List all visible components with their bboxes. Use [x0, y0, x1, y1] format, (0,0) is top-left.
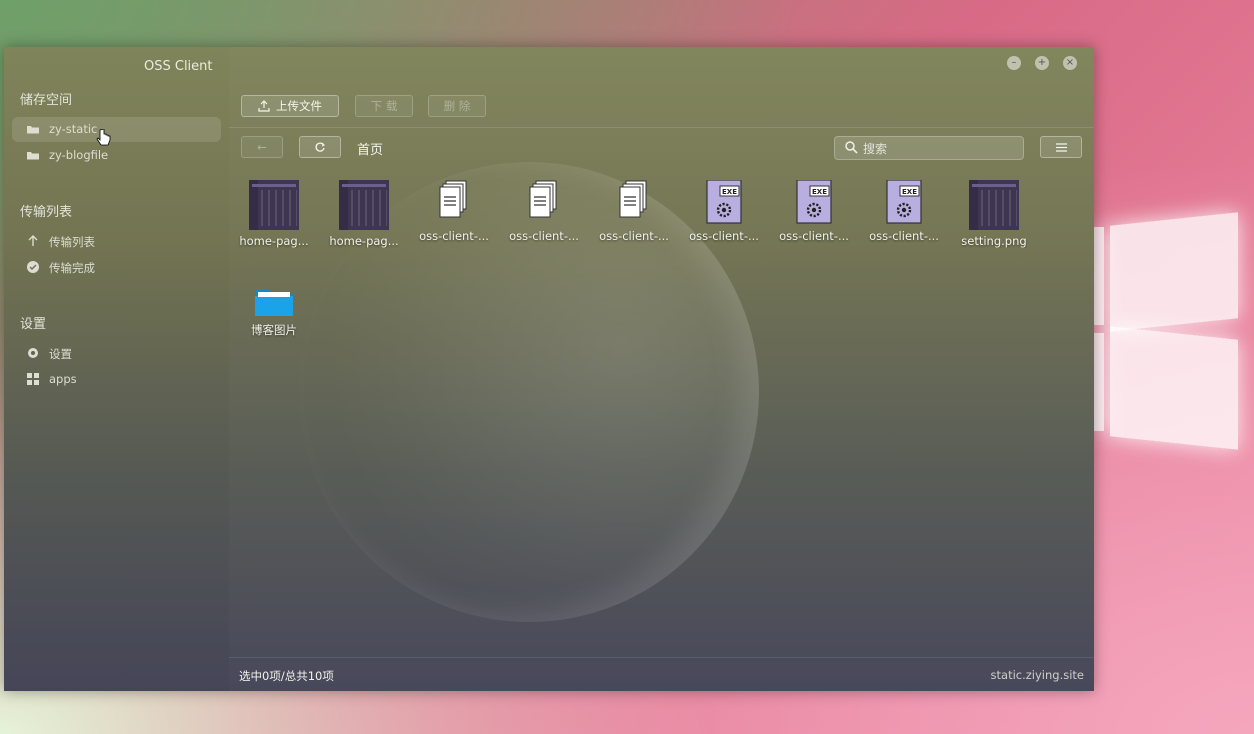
exe-file-icon: EXE — [706, 180, 742, 224]
document-icon — [439, 180, 467, 218]
file-name: home-pag... — [329, 234, 399, 248]
sidebar-item-settings[interactable]: 设置 — [12, 341, 221, 366]
storage-heading: 储存空间 — [20, 93, 73, 108]
file-name: oss-client-... — [419, 229, 489, 243]
file-name: oss-client-... — [869, 229, 939, 243]
folder-item-blog-images[interactable]: 博客图片 — [234, 275, 314, 345]
sidebar-item-transfer-list[interactable]: 传输列表 — [12, 229, 221, 254]
sidebar-item-label: apps — [49, 372, 77, 386]
file-item-oss-client-exe-2[interactable]: EXE oss-client-... — [774, 180, 854, 260]
maximize-icon: + — [1037, 57, 1047, 68]
sidebar-item-label: zy-static — [49, 122, 98, 136]
app-window: OSS Client 储存空间 zy-static zy-blogfile 传输… — [4, 47, 1094, 691]
folder-icon — [27, 126, 39, 134]
folder-icon — [27, 152, 39, 160]
sidebar-item-label: 传输完成 — [49, 261, 95, 275]
sidebar-item-transfer-complete[interactable]: 传输完成 — [12, 255, 221, 280]
transfer-heading: 传输列表 — [20, 205, 73, 220]
file-item-oss-client-1[interactable]: oss-client-... — [414, 180, 494, 260]
download-button[interactable]: 下 载 — [355, 95, 413, 117]
hand-cursor-icon — [96, 129, 111, 146]
sidebar-item-label: 设置 — [49, 347, 72, 361]
close-button[interactable]: × — [1063, 56, 1077, 70]
svg-text:EXE: EXE — [902, 188, 917, 196]
file-name: setting.png — [961, 234, 1027, 248]
grid-icon — [27, 373, 39, 385]
download-label: 下 载 — [370, 99, 398, 113]
file-name: oss-client-... — [509, 229, 579, 243]
upload-icon — [258, 100, 270, 112]
folder-icon — [255, 290, 293, 316]
image-thumbnail — [969, 180, 1019, 230]
refresh-button[interactable] — [299, 136, 341, 158]
file-name: oss-client-... — [779, 229, 849, 243]
delete-label: 删 除 — [443, 99, 471, 113]
file-item-oss-client-2[interactable]: oss-client-... — [504, 180, 584, 260]
minimize-icon: – — [1011, 57, 1017, 68]
file-item-setting-png[interactable]: setting.png — [954, 180, 1034, 260]
file-name: home-pag... — [239, 234, 309, 248]
windows-logo — [1094, 205, 1244, 455]
toolbar-divider — [229, 127, 1094, 128]
exe-file-icon: EXE — [796, 180, 832, 224]
back-arrow-icon: ← — [257, 140, 267, 154]
file-name: oss-client-... — [689, 229, 759, 243]
app-title: OSS Client — [144, 59, 213, 74]
gear-icon — [28, 348, 38, 358]
svg-text:EXE: EXE — [722, 188, 737, 196]
sidebar: OSS Client 储存空间 zy-static zy-blogfile 传输… — [4, 47, 229, 691]
breadcrumb[interactable]: 首页 — [357, 139, 383, 158]
menu-icon — [1055, 142, 1067, 152]
sidebar-item-zy-blogfile[interactable]: zy-blogfile — [12, 143, 221, 168]
search-icon — [845, 141, 858, 154]
status-bar: 选中0项/总共10项 static.ziying.site — [229, 657, 1094, 691]
file-name: 博客图片 — [251, 323, 297, 337]
search-box[interactable] — [834, 136, 1024, 160]
svg-text:EXE: EXE — [812, 188, 827, 196]
search-input[interactable] — [861, 139, 1015, 159]
sidebar-item-label: 传输列表 — [49, 235, 95, 249]
upload-label: 上传文件 — [276, 99, 322, 113]
document-icon — [619, 180, 647, 218]
document-icon — [529, 180, 557, 218]
close-icon: × — [1065, 57, 1075, 68]
image-thumbnail — [339, 180, 389, 230]
image-thumbnail — [249, 180, 299, 230]
view-menu-button[interactable] — [1040, 136, 1082, 158]
file-name: oss-client-... — [599, 229, 669, 243]
refresh-icon — [315, 142, 325, 152]
upload-button[interactable]: 上传文件 — [241, 95, 339, 117]
maximize-button[interactable]: + — [1035, 56, 1049, 70]
delete-button[interactable]: 删 除 — [428, 95, 486, 117]
bucket-domain: static.ziying.site — [990, 668, 1084, 682]
exe-file-icon: EXE — [886, 180, 922, 224]
main-panel: – + × 上传文件 下 载 删 除 ← 首页 搜索 home-pag... h… — [229, 47, 1094, 691]
file-item-oss-client-exe-1[interactable]: EXE oss-client-... — [684, 180, 764, 260]
file-item-oss-client-exe-3[interactable]: EXE oss-client-... — [864, 180, 944, 260]
file-item-oss-client-3[interactable]: oss-client-... — [594, 180, 674, 260]
back-button[interactable]: ← — [241, 136, 283, 158]
check-circle-icon — [27, 261, 39, 273]
sidebar-item-zy-static[interactable]: zy-static — [12, 117, 221, 142]
sidebar-item-apps[interactable]: apps — [12, 367, 221, 392]
selection-count: 选中0项/总共10项 — [239, 669, 334, 683]
file-item-home-page-1[interactable]: home-pag... — [234, 180, 314, 260]
sidebar-item-label: zy-blogfile — [49, 148, 109, 162]
minimize-button[interactable]: – — [1007, 56, 1021, 70]
file-item-home-page-2[interactable]: home-pag... — [324, 180, 404, 260]
upload-arrow-icon — [28, 235, 38, 246]
settings-heading: 设置 — [20, 317, 47, 332]
